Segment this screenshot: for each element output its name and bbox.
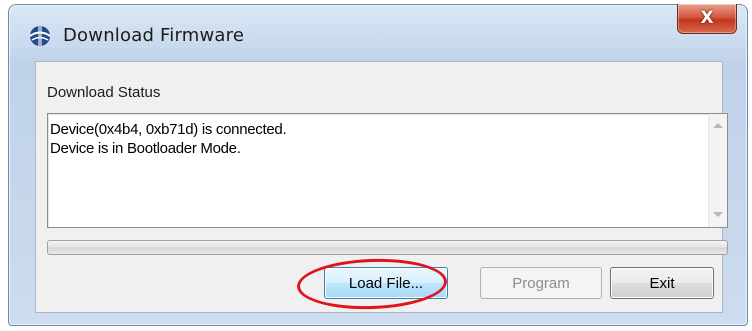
status-scrollbar[interactable] [708, 114, 727, 227]
title-bar[interactable]: Download Firmware X [9, 4, 747, 61]
firmware-globe-icon [29, 26, 51, 46]
download-firmware-window: Download Firmware X Download Status Devi… [8, 4, 748, 326]
scroll-up-arrow-icon[interactable] [713, 123, 723, 128]
status-line: Device(0x4b4, 0xb71d) is connected. [50, 121, 287, 138]
window-title: Download Firmware [63, 25, 245, 46]
download-status-label: Download Status [47, 84, 161, 101]
close-button[interactable]: X [677, 4, 737, 34]
load-file-button[interactable]: Load File... [324, 267, 448, 299]
scroll-down-arrow-icon[interactable] [713, 212, 723, 217]
dialog-body: Download Status Device(0x4b4, 0xb71d) is… [35, 61, 728, 313]
download-progress-bar [47, 240, 728, 255]
program-button[interactable]: Program [480, 267, 602, 299]
status-line: Device is in Bootloader Mode. [50, 140, 241, 157]
status-textbox[interactable]: Device(0x4b4, 0xb71d) is connected. Devi… [47, 113, 728, 228]
exit-button[interactable]: Exit [610, 267, 714, 299]
status-lines: Device(0x4b4, 0xb71d) is connected. Devi… [50, 120, 287, 158]
close-icon: X [700, 8, 714, 28]
